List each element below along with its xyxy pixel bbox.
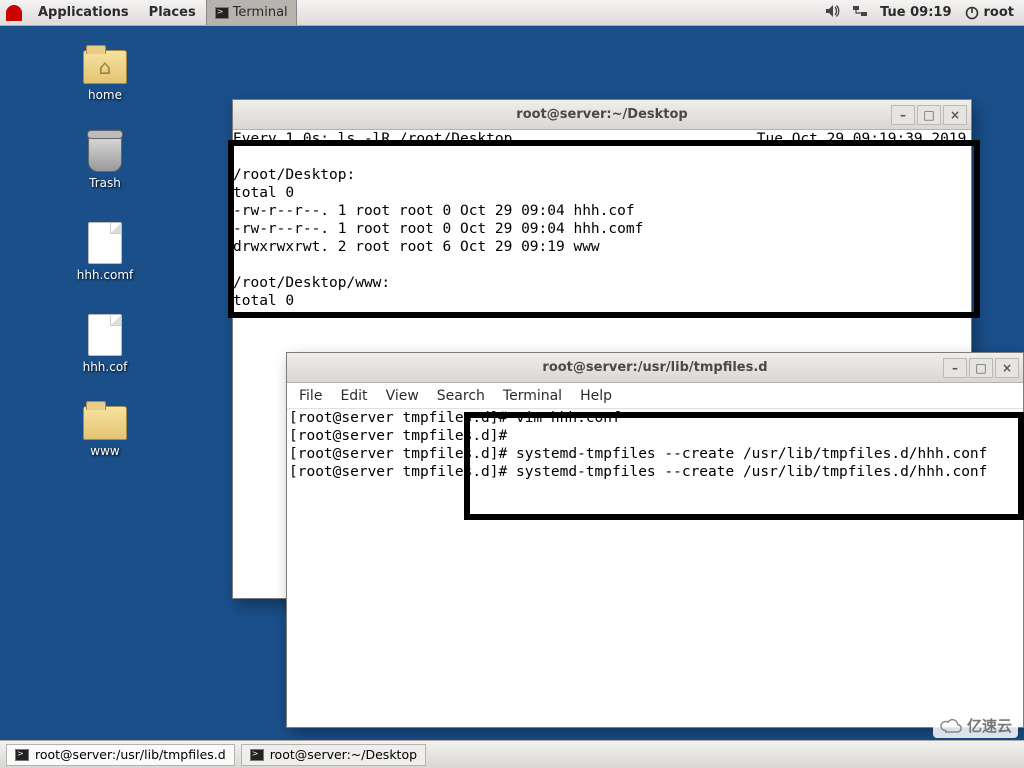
folder-icon: [83, 406, 127, 440]
window-title: root@server:~/Desktop: [233, 107, 971, 122]
menu-file[interactable]: File: [299, 388, 322, 404]
system-tray: Tue 09:19 root: [814, 3, 1024, 23]
network-icon[interactable]: [852, 3, 868, 23]
menu-view[interactable]: View: [386, 388, 419, 404]
desktop-icon-label: hhh.comf: [77, 268, 133, 282]
close-button[interactable]: ×: [943, 105, 967, 125]
desktop-icon-file-hhh-comf[interactable]: hhh.comf: [60, 222, 150, 282]
window-title: root@server:/usr/lib/tmpfiles.d: [287, 360, 1023, 375]
volume-icon[interactable]: [824, 3, 840, 23]
terminal-icon: [15, 749, 29, 761]
user-label: root: [984, 5, 1015, 20]
close-button[interactable]: ×: [995, 358, 1019, 378]
maximize-button[interactable]: □: [917, 105, 941, 125]
terminal-launcher-label: Terminal: [233, 5, 288, 20]
places-menu[interactable]: Places: [139, 0, 206, 25]
minimize-button[interactable]: –: [891, 105, 915, 125]
menu-help[interactable]: Help: [580, 388, 612, 404]
terminal-output[interactable]: [root@server tmpfiles.d]# vim hhh.conf […: [287, 409, 1023, 727]
desktop-icon-home[interactable]: home: [60, 50, 150, 102]
watermark-text: 亿速云: [967, 715, 1012, 736]
home-folder-icon: [83, 50, 127, 84]
top-panel: Applications Places Terminal Tue 09:19 r…: [0, 0, 1024, 26]
distro-logo-icon[interactable]: [6, 5, 22, 21]
terminal-launcher[interactable]: Terminal: [206, 0, 297, 25]
maximize-button[interactable]: □: [969, 358, 993, 378]
applications-menu[interactable]: Applications: [28, 0, 139, 25]
title-bar[interactable]: root@server:~/Desktop – □ ×: [233, 100, 971, 130]
watermark: 亿速云: [933, 713, 1018, 738]
minimize-button[interactable]: –: [943, 358, 967, 378]
taskbar-label: root@server:~/Desktop: [270, 747, 417, 762]
file-icon: [88, 222, 122, 264]
desktop-icons: home Trash hhh.comf hhh.cof www: [60, 50, 150, 458]
menu-search[interactable]: Search: [437, 388, 485, 404]
power-icon: [964, 5, 980, 21]
menu-bar: File Edit View Search Terminal Help: [287, 383, 1023, 409]
desktop-icon-label: Trash: [89, 176, 121, 190]
desktop-icon-trash[interactable]: Trash: [60, 134, 150, 190]
clock[interactable]: Tue 09:19: [880, 5, 951, 20]
user-menu[interactable]: root: [964, 5, 1015, 21]
menu-terminal[interactable]: Terminal: [503, 388, 562, 404]
title-bar[interactable]: root@server:/usr/lib/tmpfiles.d – □ ×: [287, 353, 1023, 383]
desktop-icon-folder-www[interactable]: www: [60, 406, 150, 458]
desktop-icon-label: hhh.cof: [83, 360, 128, 374]
desktop-icon-label: home: [88, 88, 122, 102]
desktop-icon-label: www: [90, 444, 119, 458]
taskbar-item-tmpfiles[interactable]: root@server:/usr/lib/tmpfiles.d: [6, 744, 235, 766]
desktop-icon-file-hhh-cof[interactable]: hhh.cof: [60, 314, 150, 374]
terminal-icon: [250, 749, 264, 761]
menu-edit[interactable]: Edit: [340, 388, 367, 404]
taskbar-label: root@server:/usr/lib/tmpfiles.d: [35, 747, 226, 762]
terminal-icon: [215, 7, 229, 19]
terminal-window-tmpfiles[interactable]: root@server:/usr/lib/tmpfiles.d – □ × Fi…: [286, 352, 1024, 728]
cloud-icon: [939, 717, 963, 735]
bottom-panel: root@server:/usr/lib/tmpfiles.d root@ser…: [0, 740, 1024, 768]
taskbar-item-desktop[interactable]: root@server:~/Desktop: [241, 744, 426, 766]
file-icon: [88, 314, 122, 356]
trash-icon: [88, 134, 122, 172]
